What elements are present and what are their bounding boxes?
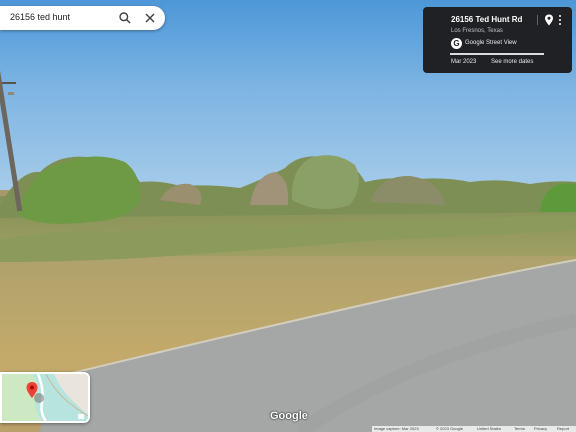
report-link[interactable]: Report bbox=[557, 426, 569, 431]
location-subtitle: Los Fresnos, Texas bbox=[451, 28, 503, 34]
minimap-graphic bbox=[2, 374, 88, 421]
timeline-bar[interactable] bbox=[450, 53, 544, 55]
country-link[interactable]: United States bbox=[477, 426, 501, 431]
search-icon[interactable] bbox=[118, 11, 132, 25]
more-vert-icon[interactable] bbox=[557, 14, 563, 26]
copyright-label: © 2023 Google bbox=[436, 426, 463, 431]
timeline-fill bbox=[450, 53, 544, 55]
capture-date: Mar 2023 bbox=[451, 59, 477, 65]
location-title[interactable]: 26156 Ted Hunt Rd bbox=[451, 15, 522, 24]
divider bbox=[537, 15, 538, 25]
search-box[interactable]: 26156 ted hunt bbox=[0, 6, 165, 30]
close-icon[interactable] bbox=[143, 11, 157, 25]
search-input[interactable]: 26156 ted hunt bbox=[10, 12, 70, 22]
see-more-dates-link[interactable]: See more dates bbox=[491, 59, 533, 65]
street-view-source: Google Street View bbox=[465, 40, 517, 46]
terms-link[interactable]: Terms bbox=[514, 426, 525, 431]
google-watermark: Google bbox=[270, 410, 308, 422]
privacy-link[interactable]: Privacy bbox=[534, 426, 547, 431]
minimap[interactable] bbox=[0, 372, 90, 423]
attribution-footer: Image capture: Mar 2023 © 2023 Google Un… bbox=[372, 426, 576, 432]
image-capture-label: Image capture: Mar 2023 bbox=[374, 426, 419, 431]
location-info-panel: 26156 Ted Hunt Rd Los Fresnos, Texas G G… bbox=[423, 7, 572, 73]
pin-icon[interactable] bbox=[544, 14, 554, 26]
google-g-icon: G bbox=[451, 38, 462, 49]
